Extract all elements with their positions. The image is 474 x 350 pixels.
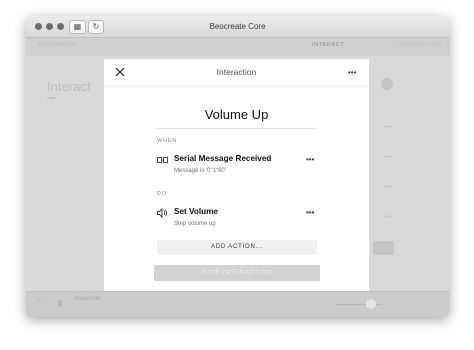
trigger-title[interactable]: Serial Message Received xyxy=(174,154,271,163)
background-check-icon xyxy=(381,78,393,90)
app-nav: BEOCREATE INTERACT INTERACTION xyxy=(26,38,449,56)
interaction-name-underline xyxy=(155,128,317,129)
do-section-label: DO xyxy=(157,191,167,197)
background-more-icon: ••• xyxy=(384,184,393,191)
background-title-underline xyxy=(47,97,55,99)
trigger-more-icon[interactable]: ••• xyxy=(306,155,314,164)
dialog-title: Interaction xyxy=(216,67,257,77)
serial-connection-icon xyxy=(157,157,168,163)
interaction-name[interactable]: Volume Up xyxy=(104,107,369,122)
window-title: Beocreate Core xyxy=(209,22,266,31)
nav-tab-interaction[interactable]: INTERACTION xyxy=(398,42,442,48)
player-bar: ⌃ ▮ Superstar xyxy=(26,291,449,317)
trigger-subtitle: Message is '0"1"60' xyxy=(174,168,226,174)
background-button xyxy=(373,241,394,255)
interaction-dialog: Interaction ••• Volume Up WHEN Serial Me… xyxy=(104,59,369,291)
background-more-icon: ••• xyxy=(384,214,393,221)
volume-slider-knob xyxy=(366,299,376,309)
chevron-up-icon: ⌃ xyxy=(36,298,43,307)
background-more-icon: ••• xyxy=(384,124,393,131)
speaker-volume-icon xyxy=(157,208,168,218)
dialog-header: Interaction ••• xyxy=(104,59,369,87)
action-more-icon[interactable]: ••• xyxy=(306,208,314,217)
nav-tab-interact[interactable]: INTERACT xyxy=(312,42,344,48)
product-name: Superstar xyxy=(74,296,101,302)
save-interaction-button[interactable]: SAVE INTERACTION xyxy=(154,265,320,281)
title-bar: ▦ ↻ Beocreate Core xyxy=(26,16,449,38)
add-action-button[interactable]: ADD ACTION... xyxy=(157,240,317,255)
more-icon[interactable]: ••• xyxy=(348,68,356,77)
when-section-label: WHEN xyxy=(157,138,178,144)
background-page-title: Interact xyxy=(47,79,91,94)
background-more-icon: ••• xyxy=(384,154,393,161)
speaker-icon: ▮ xyxy=(58,298,63,307)
nav-tab-beocreate[interactable]: BEOCREATE xyxy=(38,42,77,48)
action-title[interactable]: Set Volume xyxy=(174,207,218,216)
action-subtitle: Step volume up xyxy=(174,221,216,227)
